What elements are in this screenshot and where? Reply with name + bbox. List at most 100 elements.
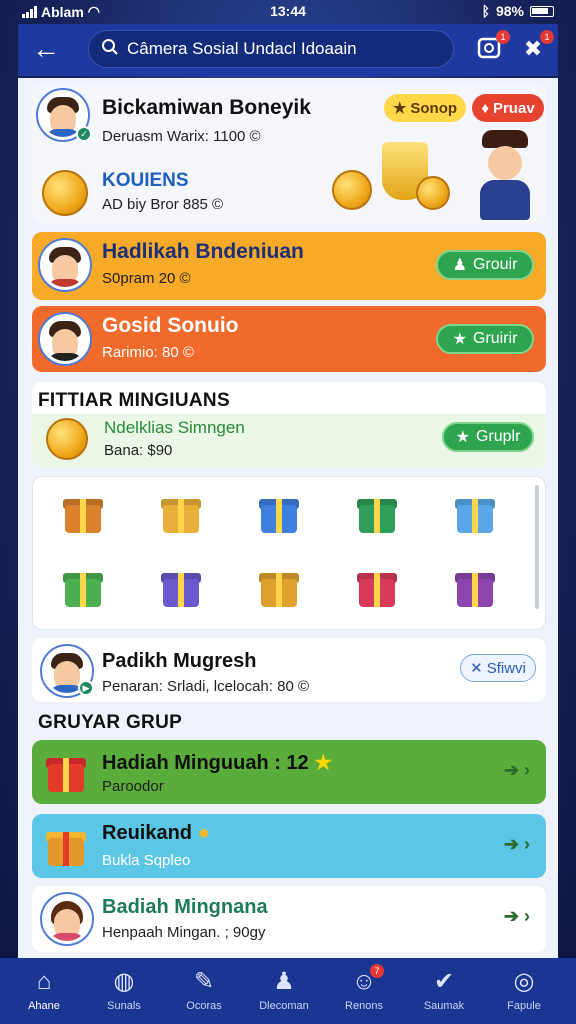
gift-icon[interactable] — [61, 491, 105, 535]
notification-icon[interactable]: 1 — [474, 30, 510, 64]
list-item-title: Hadiah Minguuah : 12 ★ — [102, 752, 333, 774]
gift-icon[interactable] — [257, 565, 301, 609]
coin-icon — [42, 170, 88, 216]
gem-icon: ♦ — [481, 99, 489, 117]
groups-title: GRUYAR GRUP — [38, 712, 183, 733]
nav-label: Ocoras — [186, 1000, 222, 1012]
top-bar: ← Câmera Sosial Undacl Idoaain 1 ✖ 1 — [18, 24, 558, 76]
list-item[interactable]: Reuikand ● Bukla Sqpleo ➔ › — [32, 814, 546, 878]
list-item[interactable]: Hadiah Minguuah : 12 ★ Paroodor ➔ › — [32, 740, 546, 804]
prize-row[interactable]: ▶ Padikh Mugresh Penaran: Srladi, lceloc… — [32, 638, 546, 702]
list-item[interactable]: Badiah Mingnana Henpaah Mingan. ; 90gy ➔… — [32, 886, 546, 952]
chevron-right-icon[interactable]: ➔ › — [504, 834, 530, 855]
nav-item-renons[interactable]: ☺ 7 Renons — [328, 958, 400, 1024]
prize-pill[interactable]: ♦ Pruav — [472, 94, 544, 122]
verified-icon: ✓ — [76, 126, 92, 142]
weekly-card: FITTIAR MINGIUANS Ndelklias Simngen Bana… — [32, 382, 546, 468]
gift-icon[interactable] — [453, 565, 497, 609]
list-item-sub: Paroodor — [102, 778, 164, 795]
coin-icon — [416, 176, 450, 210]
bluetooth-icon: ᛒ — [481, 3, 490, 19]
prize-pill-label: Pruav — [492, 99, 535, 117]
search-text: Câmera Sosial Undacl Idoaain — [127, 39, 357, 58]
bottom-nav: ⌂ Ahane ◍ Sunals ✎ Ocoras ♟ Dlecoman ☺ 7 Renons ✔ Sa… — [0, 958, 576, 1024]
star-icon: ★ — [392, 100, 407, 117]
status-bar: Ablam ◠ 13:44 ᛒ 98% — [0, 0, 576, 22]
nav-item-dlecoman[interactable]: ♟ Dlecoman — [248, 958, 320, 1024]
avatar — [42, 894, 92, 944]
scrollbar[interactable] — [535, 485, 539, 609]
check-icon: ✔ — [433, 968, 455, 995]
edit-icon: ✎ — [193, 968, 215, 995]
coins-subtitle: AD biy Bror 885 © — [102, 196, 224, 213]
join-group-button[interactable]: ♟ Grouir — [436, 250, 534, 280]
home-icon: ⌂ — [36, 968, 52, 995]
coin-icon — [46, 418, 88, 460]
weekly-join-button[interactable]: ★ Gruplr — [442, 422, 534, 452]
chevron-right-icon[interactable]: ➔ › — [504, 906, 530, 927]
gift-icon — [44, 824, 88, 868]
profile-name: Bickamiwan Boneyik — [102, 96, 311, 119]
search-icon — [101, 38, 119, 61]
play-icon: ▶ — [78, 680, 94, 696]
gift-grid — [32, 476, 546, 630]
shop-pill-label: Sonop — [410, 99, 458, 117]
profile-card: ✓ Bickamiwan Boneyik Deruasm Warix: 1100… — [32, 84, 546, 224]
reward-icon[interactable]: ✖ 1 — [518, 30, 554, 64]
nav-badge: 7 — [370, 964, 384, 978]
person-icon: ♟ — [273, 968, 295, 995]
status-right: ᛒ 98% — [482, 3, 554, 19]
gift-icon[interactable] — [355, 565, 399, 609]
nav-label: Ahane — [28, 1000, 60, 1012]
list-item-title: Badiah Mingnana — [102, 896, 268, 918]
list-item-sub: Henpaah Mingan. ; 90gy — [102, 924, 266, 941]
mascot-icon — [472, 130, 538, 220]
gift-icon[interactable] — [159, 565, 203, 609]
chevron-right-icon[interactable]: ➔ › — [504, 760, 530, 781]
weekly-title: FITTIAR MINGIUANS — [38, 390, 230, 411]
gift-icon[interactable] — [453, 491, 497, 535]
gift-icon — [44, 750, 88, 794]
group-subtitle: S0pram 20 © — [102, 270, 191, 287]
battery-icon — [530, 5, 554, 17]
group-card[interactable]: Gosid Sonuio Rarimio: 80 © ★ Gruirir — [32, 306, 546, 372]
prize-button[interactable]: ✕ Sfiwvi — [460, 654, 536, 682]
group-name: Hadlikah Bndeniuan — [102, 240, 304, 263]
avatar — [40, 314, 90, 364]
nav-item-saumak[interactable]: ✔ Saumak — [408, 958, 480, 1024]
weekly-item-sub: Bana: $90 — [104, 442, 173, 459]
chat-icon: ☺ 7 — [350, 964, 384, 996]
shop-pill[interactable]: ★ Sonop — [384, 94, 466, 122]
join-group-button[interactable]: ★ Gruirir — [436, 324, 534, 354]
globe-icon: ◍ — [113, 968, 135, 995]
list-item-sub: Bukla Sqpleo — [102, 852, 191, 869]
star-icon: ★ — [452, 331, 467, 348]
nav-label: Dlecoman — [259, 1000, 309, 1012]
list-item-title: Reuikand ● — [102, 822, 210, 844]
notification-badge: 1 — [496, 30, 510, 44]
user-add-icon: ♟ — [452, 257, 467, 274]
group-card[interactable]: Hadlikah Bndeniuan S0pram 20 © ♟ Grouir — [32, 232, 546, 300]
nav-item-sunals[interactable]: ◍ Sunals — [88, 958, 160, 1024]
search-input[interactable]: Câmera Sosial Undacl Idoaain — [88, 30, 454, 68]
profile-icon: ◎ — [513, 968, 535, 995]
nav-item-fapule[interactable]: ◎ Fapule — [488, 958, 560, 1024]
star-icon: ★ — [455, 429, 470, 446]
nav-label: Saumak — [423, 1000, 465, 1012]
prize-name: Padikh Mugresh — [102, 650, 257, 672]
avatar — [40, 240, 90, 290]
gift-icon[interactable] — [257, 491, 301, 535]
coin-icon — [332, 170, 372, 210]
nav-item-ocoras[interactable]: ✎ Ocoras — [168, 958, 240, 1024]
gift-icon[interactable] — [61, 565, 105, 609]
reward-badge: 1 — [540, 30, 554, 44]
nav-item-ahane[interactable]: ⌂ Ahane — [8, 958, 80, 1024]
battery-percent: 98% — [495, 3, 524, 19]
gift-icon[interactable] — [355, 491, 399, 535]
nav-label: Fapule — [507, 1000, 541, 1012]
weekly-item-name: Ndelklias Simngen — [104, 418, 245, 437]
gift-icon[interactable] — [159, 491, 203, 535]
back-arrow-icon[interactable]: ← — [32, 34, 60, 64]
main-panel: ✓ Bickamiwan Boneyik Deruasm Warix: 1100… — [18, 78, 558, 958]
star-icon: ★ — [314, 752, 333, 774]
